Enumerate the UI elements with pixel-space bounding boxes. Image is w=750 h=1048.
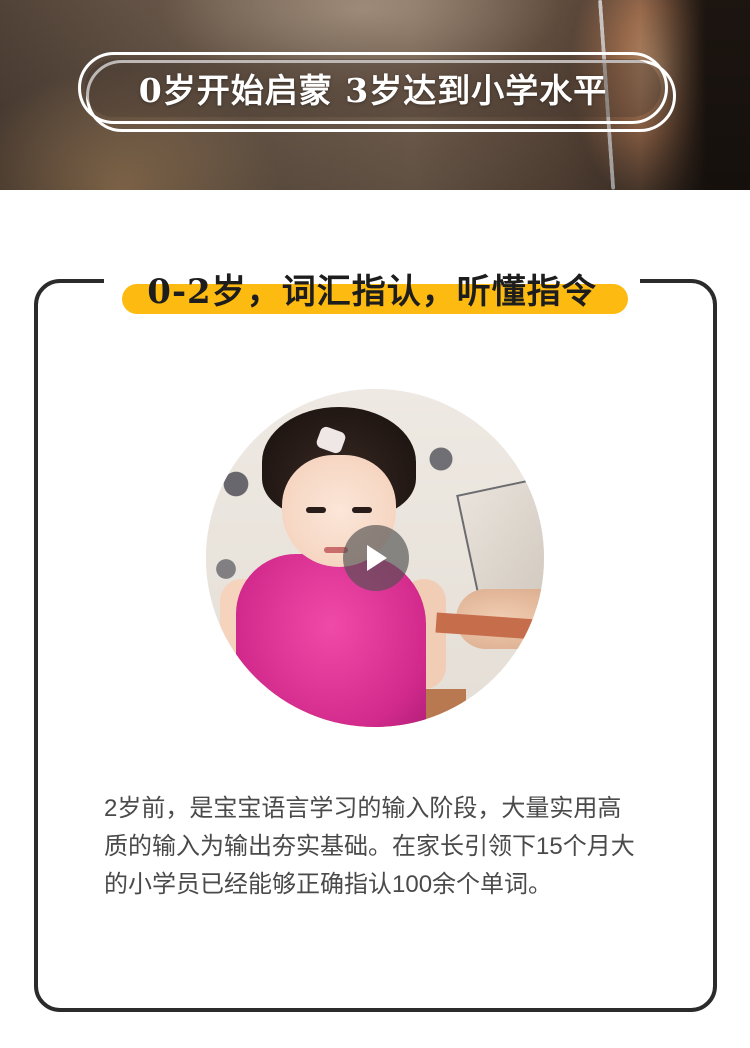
hero-title: 0岁开始启蒙 3岁达到小学水平 [138,71,608,110]
hero-banner: 0岁开始启蒙 3岁达到小学水平 [0,0,750,190]
video-thumbnail[interactable] [206,389,544,727]
video-child-eye-left [306,507,326,513]
section-title: 0-2岁，词汇指认，听懂指令 [147,271,597,312]
video-child-eye-right [352,507,372,513]
play-icon [367,545,387,571]
section-description: 2岁前，是宝宝语言学习的输入阶段，大量实用高质的输入为输出夯实基础。在家长引领下… [104,795,635,898]
play-button[interactable] [343,525,409,591]
